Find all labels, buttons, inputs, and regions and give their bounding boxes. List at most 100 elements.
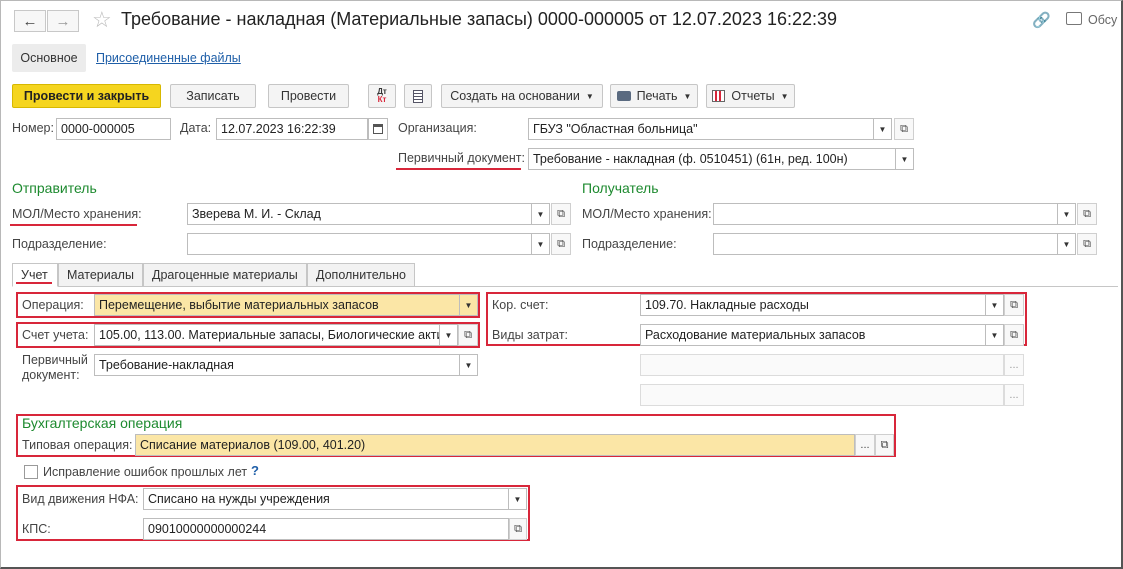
highlight-underline xyxy=(396,168,521,170)
reports-button[interactable]: Отчеты ▼ xyxy=(706,84,795,108)
back-button[interactable]: ← xyxy=(14,10,46,32)
tab-materials[interactable]: Материалы xyxy=(58,263,143,287)
highlight-underline xyxy=(10,224,137,226)
kps-field[interactable]: 09010000000000244 xyxy=(143,518,509,540)
primary-doc-label-line2: документ: xyxy=(22,368,80,382)
chevron-down-icon: ▼ xyxy=(585,91,594,101)
open-form-icon: ⧉ xyxy=(1010,328,1018,341)
favorite-star-icon[interactable]: ☆ xyxy=(92,7,112,33)
sender-dept-dropdown-button[interactable]: ▼ xyxy=(532,233,550,255)
open-form-icon: ⧉ xyxy=(557,207,565,220)
org-field[interactable]: ГБУЗ "Областная больница" xyxy=(528,118,874,140)
print-label: Печать xyxy=(636,89,678,103)
receiver-mol-field[interactable] xyxy=(713,203,1058,225)
date-field[interactable]: 12.07.2023 16:22:39 xyxy=(216,118,368,140)
receiver-mol-open-button[interactable]: ⧉ xyxy=(1077,203,1097,225)
open-form-icon: ⧉ xyxy=(900,122,908,135)
post-and-close-button[interactable]: Провести и закрыть xyxy=(12,84,161,108)
forward-button[interactable]: → xyxy=(47,10,79,32)
cost-type-dropdown-button[interactable]: ▼ xyxy=(986,324,1004,346)
chevron-down-icon: ▼ xyxy=(990,300,999,310)
accounting-primary-doc-field[interactable]: Требование-накладная xyxy=(94,354,460,376)
receiver-mol-dropdown-button[interactable]: ▼ xyxy=(1058,203,1076,225)
open-form-icon: ⧉ xyxy=(557,237,565,250)
kor-account-open-button[interactable]: ⧉ xyxy=(1004,294,1024,316)
list-icon xyxy=(413,89,423,103)
operation-label: Операция: xyxy=(22,298,84,312)
operation-field[interactable]: Перемещение, выбытие материальных запасо… xyxy=(94,294,460,316)
account-dropdown-button[interactable]: ▼ xyxy=(440,324,458,346)
receiver-dept-field[interactable] xyxy=(713,233,1058,255)
chat-icon[interactable] xyxy=(1066,12,1082,25)
account-open-button[interactable]: ⧉ xyxy=(458,324,478,346)
chevron-down-icon: ▼ xyxy=(464,360,473,370)
kps-open-button[interactable]: ⧉ xyxy=(509,518,527,540)
tab-main[interactable]: Основное xyxy=(12,44,86,72)
typical-operation-label: Типовая операция: xyxy=(22,438,133,452)
open-form-icon: ⧉ xyxy=(464,328,472,341)
printer-icon xyxy=(616,91,631,101)
primary-doc-label: Первичный документ: xyxy=(398,151,525,165)
write-button[interactable]: Записать xyxy=(170,84,256,108)
typical-operation-select-button[interactable]: ... xyxy=(855,434,875,456)
dt-kt-button[interactable]: Дт Кт xyxy=(368,84,396,108)
analytics-field-2-select-button[interactable]: ... xyxy=(1004,384,1024,406)
sender-dept-field[interactable] xyxy=(187,233,532,255)
cost-type-label: Виды затрат: xyxy=(492,328,569,342)
typical-operation-field[interactable]: Списание материалов (109.00, 401.20) xyxy=(135,434,855,456)
open-form-icon: ⧉ xyxy=(514,522,522,535)
sender-mol-field[interactable]: Зверева М. И. - Склад xyxy=(187,203,532,225)
calendar-button[interactable] xyxy=(368,118,388,140)
typical-operation-open-button[interactable]: ⧉ xyxy=(875,434,894,456)
tab-additional[interactable]: Дополнительно xyxy=(307,263,415,287)
reports-label: Отчеты xyxy=(731,89,775,103)
discuss-link[interactable]: Обсу xyxy=(1088,13,1117,27)
accounting-primary-doc-dropdown-button[interactable]: ▼ xyxy=(460,354,478,376)
kor-account-field[interactable]: 109.70. Накладные расходы xyxy=(640,294,986,316)
chevron-down-icon: ▼ xyxy=(536,209,545,219)
help-icon[interactable]: ? xyxy=(251,463,259,478)
receiver-title: Получатель xyxy=(582,180,659,196)
sender-mol-open-button[interactable]: ⧉ xyxy=(551,203,571,225)
receiver-dept-label: Подразделение: xyxy=(582,237,677,251)
sender-mol-dropdown-button[interactable]: ▼ xyxy=(532,203,550,225)
link-icon[interactable]: 🔗 xyxy=(1032,11,1051,29)
calendar-icon xyxy=(373,124,383,134)
cost-type-open-button[interactable]: ⧉ xyxy=(1004,324,1024,346)
chevron-down-icon: ▼ xyxy=(1062,239,1071,249)
fix-errors-checkbox[interactable] xyxy=(24,465,38,479)
buh-operation-title: Бухгалтерская операция xyxy=(22,415,183,431)
account-label: Счет учета: xyxy=(22,328,89,342)
kor-account-dropdown-button[interactable]: ▼ xyxy=(986,294,1004,316)
chevron-down-icon: ▼ xyxy=(1062,209,1071,219)
analytics-field-1[interactable] xyxy=(640,354,1004,376)
create-basis-button[interactable]: Создать на основании ▼ xyxy=(441,84,603,108)
nfa-movement-field[interactable]: Списано на нужды учреждения xyxy=(143,488,509,510)
sender-dept-open-button[interactable]: ⧉ xyxy=(551,233,571,255)
tab-attached-files[interactable]: Присоединенные файлы xyxy=(96,44,241,72)
receiver-dept-dropdown-button[interactable]: ▼ xyxy=(1058,233,1076,255)
primary-doc-field[interactable]: Требование - накладная (ф. 0510451) (61н… xyxy=(528,148,896,170)
journal-button[interactable] xyxy=(404,84,432,108)
chevron-down-icon: ▼ xyxy=(878,124,887,134)
account-field[interactable]: 105.00, 113.00. Материальные запасы, Био… xyxy=(94,324,440,346)
analytics-field-1-select-button[interactable]: ... xyxy=(1004,354,1024,376)
open-form-icon: ⧉ xyxy=(1010,298,1018,311)
highlight-underline xyxy=(16,282,52,284)
org-dropdown-button[interactable]: ▼ xyxy=(874,118,892,140)
org-open-button[interactable]: ⧉ xyxy=(894,118,914,140)
chevron-down-icon: ▼ xyxy=(513,494,522,504)
chevron-down-icon: ▼ xyxy=(683,91,692,101)
cost-type-field[interactable]: Расходование материальных запасов xyxy=(640,324,986,346)
primary-doc-dropdown-button[interactable]: ▼ xyxy=(896,148,914,170)
post-button[interactable]: Провести xyxy=(268,84,349,108)
chevron-down-icon: ▼ xyxy=(444,330,453,340)
operation-dropdown-button[interactable]: ▼ xyxy=(460,294,478,316)
print-button[interactable]: Печать ▼ xyxy=(610,84,698,108)
number-field[interactable]: 0000-000005 xyxy=(56,118,171,140)
receiver-dept-open-button[interactable]: ⧉ xyxy=(1077,233,1097,255)
kt-icon-part: Кт xyxy=(377,95,387,104)
tab-precious-materials[interactable]: Драгоценные материалы xyxy=(143,263,307,287)
analytics-field-2[interactable] xyxy=(640,384,1004,406)
nfa-movement-dropdown-button[interactable]: ▼ xyxy=(509,488,527,510)
